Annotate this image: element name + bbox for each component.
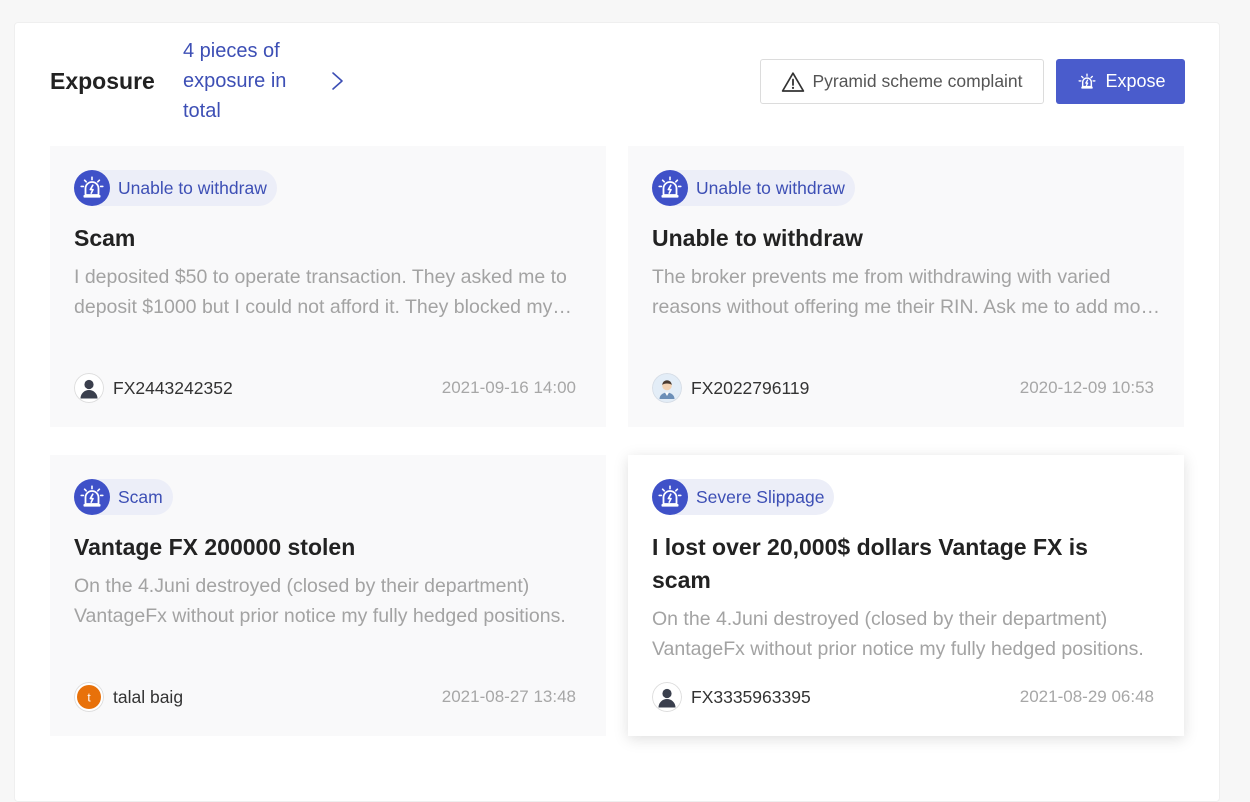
exposure-card[interactable]: Severe Slippage I lost over 20,000$ doll… (628, 455, 1184, 736)
pyramid-scheme-complaint-button[interactable]: Pyramid scheme complaint (760, 59, 1044, 104)
chevron-right-icon[interactable] (328, 70, 348, 92)
category-tag: Unable to withdraw (74, 170, 277, 206)
card-footer: FX2022796119 2020-12-09 10:53 (652, 373, 1154, 403)
card-footer: t talal baig 2021-08-27 13:48 (74, 682, 576, 712)
expose-button-label: Expose (1105, 71, 1166, 91)
exposure-count-link[interactable]: 4 pieces of exposure in total (183, 36, 323, 126)
post-date: 2021-08-27 13:48 (441, 687, 576, 706)
post-date: 2021-08-29 06:48 (1019, 687, 1154, 706)
author-name: talal baig (113, 686, 184, 707)
category-label: Severe Slippage (674, 479, 835, 515)
card-excerpt: On the 4.Juni destroyed (closed by their… (652, 608, 1144, 660)
card-excerpt: The broker prevents me from withdrawing … (652, 266, 1158, 318)
expose-button[interactable]: Expose (1056, 59, 1185, 104)
person-avatar-icon (652, 373, 682, 403)
section-title: Exposure (50, 68, 155, 94)
letter-avatar-icon: t (74, 682, 104, 712)
alarm-icon (74, 170, 110, 206)
card-excerpt: On the 4.Juni destroyed (closed by their… (74, 575, 566, 627)
default-user-avatar-icon (74, 373, 104, 403)
alarm-icon (652, 170, 688, 206)
card-title: I lost over 20,000$ dollars Vantage FX i… (652, 534, 1088, 593)
category-tag: Severe Slippage (652, 479, 835, 515)
exposure-card[interactable]: Unable to withdraw Scam I deposited $50 … (50, 146, 606, 427)
category-label: Unable to withdraw (96, 170, 277, 206)
exposure-card[interactable]: Unable to withdraw Unable to withdraw Th… (628, 146, 1184, 427)
post-date: 2021-09-16 14:00 (441, 378, 576, 397)
author-name: FX3335963395 (691, 686, 811, 707)
card-title: Vantage FX 200000 stolen (74, 534, 356, 560)
card-footer: FX3335963395 2021-08-29 06:48 (652, 682, 1154, 712)
card-footer: FX2443242352 2021-09-16 14:00 (74, 373, 576, 403)
warning-icon (781, 71, 805, 93)
author-name: FX2022796119 (691, 377, 810, 398)
author-name: FX2443242352 (113, 377, 233, 398)
category-tag: Scam (74, 479, 173, 515)
card-title: Scam (74, 225, 136, 251)
post-date: 2020-12-09 10:53 (1019, 378, 1154, 397)
alarm-icon (652, 479, 688, 515)
category-label: Unable to withdraw (674, 170, 855, 206)
complaint-button-label: Pyramid scheme complaint (812, 71, 1023, 91)
card-excerpt: I deposited $50 to operate transaction. … (74, 266, 567, 318)
exposure-card[interactable]: Scam Vantage FX 200000 stolen On the 4.J… (50, 455, 606, 736)
card-title: Unable to withdraw (652, 225, 863, 251)
alarm-icon (1075, 70, 1099, 94)
default-user-avatar-icon (652, 682, 682, 712)
alarm-icon (74, 479, 110, 515)
category-tag: Unable to withdraw (652, 170, 855, 206)
